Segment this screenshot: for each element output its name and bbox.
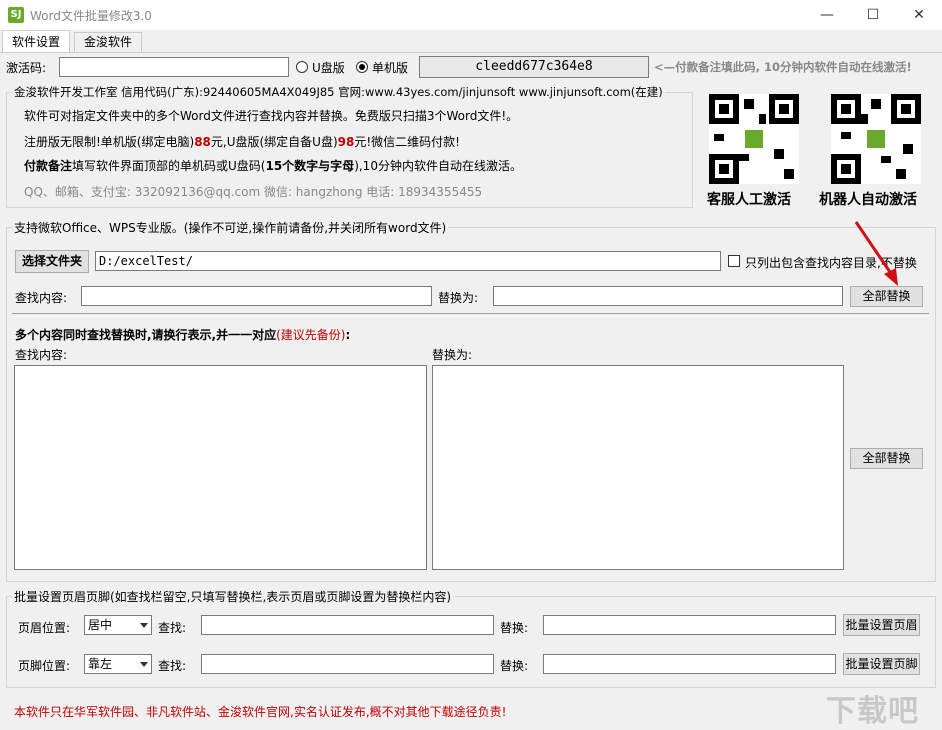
- set-footer-button[interactable]: 批量设置页脚: [843, 653, 920, 675]
- info-line-3: 付款备注填写软件界面顶部的单机码或U盘码(15个数字与字母),10分钟内软件自动…: [24, 159, 522, 173]
- multi-find-textarea[interactable]: [14, 365, 427, 570]
- window-title: Word文件批量修改3.0: [30, 9, 152, 23]
- activation-label: 激活码:: [6, 61, 47, 75]
- header-find-input[interactable]: [201, 615, 494, 635]
- tab-jinjun-software[interactable]: 金浚软件: [74, 32, 143, 52]
- footer-position-value: 靠左: [88, 657, 113, 671]
- multi-replace-title: 多个内容同时查找替换时,请换行表示,并一一对应(建议先备份):: [15, 328, 351, 342]
- footer-find-input[interactable]: [201, 654, 494, 674]
- header-footer-legend: 批量设置页眉页脚(如查找栏留空,只填写替换栏,表示页眉或页脚设置为替换栏内容): [12, 588, 453, 605]
- header-position-label: 页眉位置:: [18, 621, 71, 635]
- multi-find-label: 查找内容:: [15, 348, 68, 362]
- find-label: 查找内容:: [15, 291, 68, 305]
- header-replace-label: 替换:: [500, 621, 529, 635]
- multi-replace-textarea[interactable]: [432, 365, 844, 570]
- qr2-caption: 机器人自动激活: [819, 192, 917, 208]
- maximize-button[interactable]: ☐: [850, 0, 896, 30]
- app-icon: SJ: [8, 7, 24, 23]
- find-input[interactable]: [81, 286, 432, 306]
- header-footer-group: [6, 596, 936, 688]
- footer-notice: 本软件只在华军软件园、非凡软件站、金浚软件官网,实名认证发布,概不对其他下载途径…: [14, 705, 507, 719]
- tab-software-settings[interactable]: 软件设置: [2, 30, 71, 52]
- divider: [12, 313, 929, 317]
- qr1-caption: 客服人工激活: [707, 192, 791, 208]
- set-header-button[interactable]: 批量设置页眉: [843, 614, 920, 636]
- choose-folder-button[interactable]: 选择文件夹: [15, 250, 89, 273]
- activation-code-input[interactable]: [59, 57, 289, 77]
- chevron-down-icon: [140, 662, 148, 667]
- machine-code-field: cleedd677c364e8: [419, 56, 649, 78]
- minimize-button[interactable]: —: [804, 0, 850, 30]
- pc-version-radio[interactable]: [356, 61, 368, 73]
- usb-version-radio[interactable]: [296, 61, 308, 73]
- footer-position-label: 页脚位置:: [18, 659, 71, 673]
- qr-code-icon: [831, 94, 921, 184]
- replace-label: 替换为:: [438, 291, 479, 305]
- multi-replace-all-button[interactable]: 全部替换: [850, 448, 923, 469]
- pc-version-label: 单机版: [372, 61, 409, 75]
- qr-code-icon: [709, 94, 799, 184]
- header-find-label: 查找:: [158, 621, 187, 635]
- folder-path-input[interactable]: D:/excelTest/: [95, 251, 721, 271]
- info-line-2: 注册版无限制!单机版(绑定电脑)88元,U盘版(绑定自备U盘)98元!微信二维码…: [24, 135, 460, 149]
- usb-version-label: U盘版: [312, 61, 345, 75]
- watermark-logo: 下载吧: [826, 694, 919, 729]
- activation-note: <—付款备注填此码, 10分钟内软件自动在线激活!: [654, 60, 912, 74]
- main-legend: 支持微软Office、WPS专业版。(操作不可逆,操作前请备份,并关闭所有wor…: [12, 219, 449, 236]
- info-line-1: 软件可对指定文件夹中的多个Word文件进行查找内容并替换。免费版只扫描3个Wor…: [24, 109, 519, 123]
- header-replace-input[interactable]: [543, 615, 836, 635]
- info-line-4: QQ、邮箱、支付宝: 332092136@qq.com 微信: hangzhon…: [24, 185, 483, 199]
- only-list-checkbox[interactable]: [728, 255, 740, 267]
- footer-position-select[interactable]: 靠左: [84, 654, 152, 674]
- footer-find-label: 查找:: [158, 659, 187, 673]
- multi-replace-label: 替换为:: [432, 348, 473, 362]
- close-button[interactable]: ✕: [896, 0, 942, 30]
- header-position-value: 居中: [88, 618, 113, 632]
- arrow-annotation-icon: [854, 221, 898, 286]
- footer-replace-label: 替换:: [500, 659, 529, 673]
- replace-input[interactable]: [493, 286, 843, 306]
- header-position-select[interactable]: 居中: [84, 615, 152, 635]
- info-legend: 金浚软件开发工作室 信用代码(广东):92440605MA4X049J85 官网…: [12, 84, 665, 100]
- chevron-down-icon: [140, 623, 148, 628]
- footer-replace-input[interactable]: [543, 654, 836, 674]
